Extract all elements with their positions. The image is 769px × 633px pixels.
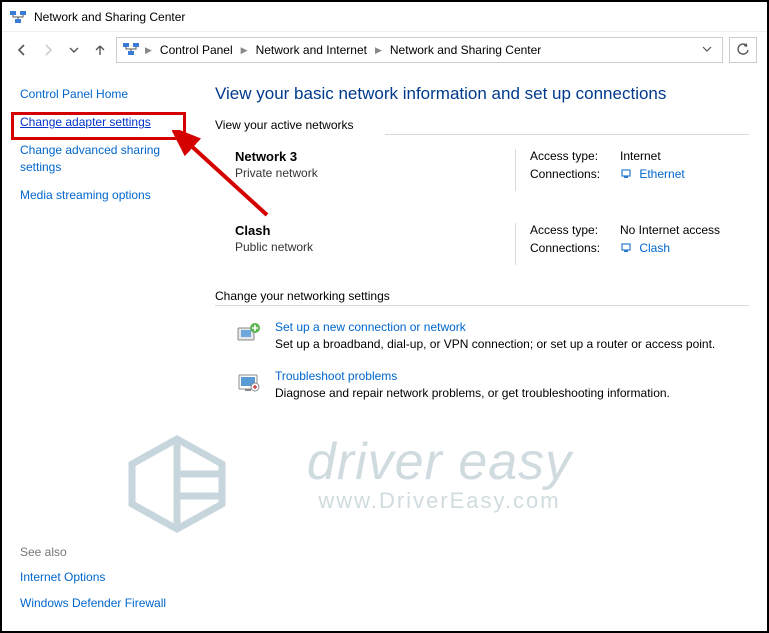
ethernet-icon (620, 242, 632, 254)
vertical-separator (515, 223, 516, 265)
see-also-internet-options[interactable]: Internet Options (20, 569, 166, 585)
window-title: Network and Sharing Center (34, 10, 185, 24)
access-type-value: Internet (620, 149, 661, 163)
sidebar-link-change-adapter[interactable]: Change adapter settings (20, 115, 151, 129)
connections-label: Connections: (530, 241, 620, 255)
main-content: View your basic network information and … (209, 68, 767, 631)
address-dropdown-button[interactable] (696, 44, 718, 56)
settings-item-setup-connection: Set up a new connection or network Set u… (235, 320, 749, 351)
connection-link[interactable]: Clash (639, 241, 670, 255)
control-panel-home-link[interactable]: Control Panel Home (20, 86, 195, 102)
breadcrumb-network-internet[interactable]: Network and Internet (252, 43, 371, 57)
network-center-icon (10, 9, 26, 25)
sidebar-link-media-streaming[interactable]: Media streaming options (20, 188, 151, 202)
access-type-label: Access type: (530, 223, 620, 237)
ethernet-icon (620, 168, 632, 180)
address-bar[interactable]: ▶ Control Panel ▶ Network and Internet ▶… (116, 37, 723, 63)
breadcrumb-control-panel[interactable]: Control Panel (156, 43, 237, 57)
chevron-right-icon[interactable]: ▶ (239, 45, 250, 56)
back-button[interactable] (12, 40, 32, 60)
forward-button[interactable] (38, 40, 58, 60)
chevron-right-icon[interactable]: ▶ (373, 45, 384, 56)
see-also-section: See also Internet Options Windows Defend… (20, 545, 166, 621)
see-also-defender-firewall[interactable]: Windows Defender Firewall (20, 595, 166, 611)
connection-link[interactable]: Ethernet (639, 167, 684, 181)
vertical-separator (515, 149, 516, 191)
navigation-bar: ▶ Control Panel ▶ Network and Internet ▶… (2, 32, 767, 68)
setup-connection-icon (235, 320, 263, 348)
access-type-label: Access type: (530, 149, 620, 163)
active-networks-heading: View your active networks (215, 118, 749, 132)
connections-label: Connections: (530, 167, 620, 181)
up-button[interactable] (90, 40, 110, 60)
see-also-heading: See also (20, 545, 166, 559)
settings-link-setup[interactable]: Set up a new connection or network (275, 320, 715, 334)
settings-desc: Set up a broadband, dial-up, or VPN conn… (275, 337, 715, 351)
access-type-value: No Internet access (620, 223, 720, 237)
network-name: Clash (235, 223, 515, 238)
network-name: Network 3 (235, 149, 515, 164)
network-type: Private network (235, 166, 515, 180)
troubleshoot-icon (235, 369, 263, 397)
network-row: Network 3 Private network Access type: I… (215, 135, 749, 209)
refresh-button[interactable] (729, 37, 757, 63)
settings-item-troubleshoot: Troubleshoot problems Diagnose and repai… (235, 369, 749, 400)
page-title: View your basic network information and … (215, 84, 749, 104)
settings-link-troubleshoot[interactable]: Troubleshoot problems (275, 369, 670, 383)
breadcrumb-network-sharing[interactable]: Network and Sharing Center (386, 43, 545, 57)
network-type: Public network (235, 240, 515, 254)
recent-locations-button[interactable] (64, 40, 84, 60)
chevron-right-icon[interactable]: ▶ (143, 45, 154, 56)
sidebar: Control Panel Home Change adapter settin… (2, 68, 209, 631)
settings-heading: Change your networking settings (215, 289, 749, 303)
window-titlebar: Network and Sharing Center (2, 2, 767, 32)
network-center-icon (123, 41, 139, 60)
sidebar-link-advanced-sharing[interactable]: Change advanced sharing settings (20, 143, 160, 173)
settings-desc: Diagnose and repair network problems, or… (275, 386, 670, 400)
network-row: Clash Public network Access type: No Int… (215, 209, 749, 283)
